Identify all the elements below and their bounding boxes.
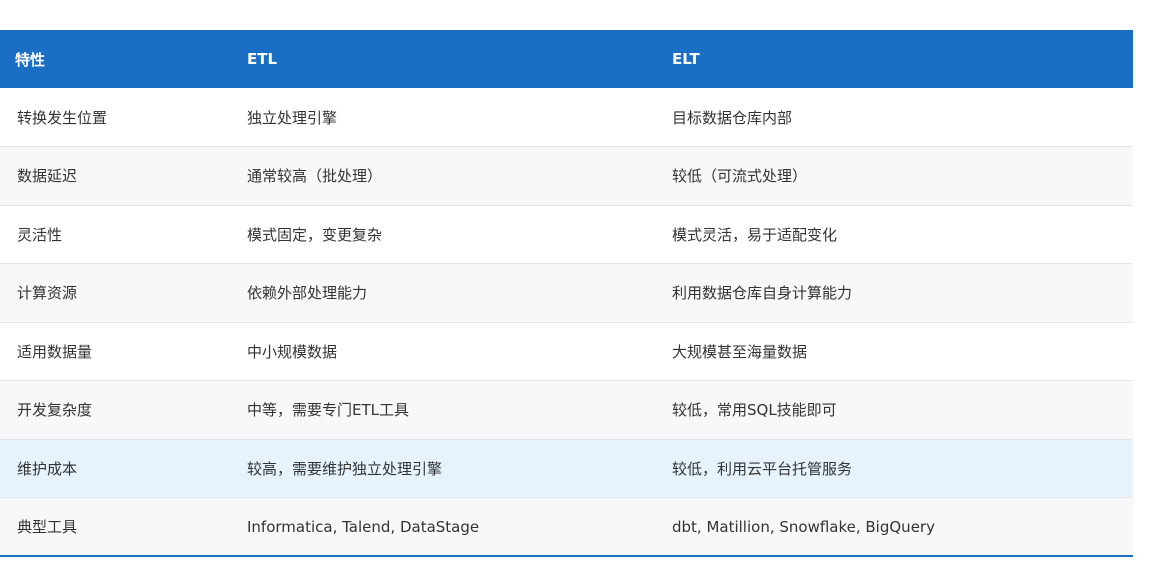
etl-cell: 依赖外部处理能力 [247, 284, 368, 303]
etl-cell: 较高，需要维护独立处理引擎 [247, 459, 443, 478]
feature-cell: 开发复杂度 [17, 401, 93, 420]
table-row: 灵活性 模式固定，变更复杂 模式灵活，易于适配变化 [0, 205, 1133, 264]
elt-cell: 较低，常用SQL技能即可 [672, 401, 837, 420]
etl-elt-comparison-table: 特性 ETL ELT 转换发生位置 独立处理引擎 目标数据仓库内部 数据延迟 通… [0, 30, 1133, 557]
feature-cell: 适用数据量 [17, 342, 93, 361]
table-row: 典型工具 Informatica, Talend, DataStage dbt,… [0, 497, 1133, 556]
comparison-table-container: 特性 ETL ELT 转换发生位置 独立处理引擎 目标数据仓库内部 数据延迟 通… [0, 30, 1133, 557]
etl-cell: 中等，需要专门ETL工具 [247, 401, 409, 420]
table-row: 计算资源 依赖外部处理能力 利用数据仓库自身计算能力 [0, 263, 1133, 322]
etl-cell: 通常较高（批处理） [247, 167, 383, 186]
feature-cell: 计算资源 [17, 284, 78, 303]
elt-cell: 利用数据仓库自身计算能力 [672, 284, 853, 303]
table-row: 适用数据量 中小规模数据 大规模甚至海量数据 [0, 322, 1133, 381]
header-elt: ELT [672, 50, 700, 68]
elt-cell: 大规模甚至海量数据 [672, 342, 808, 361]
table-row: 转换发生位置 独立处理引擎 目标数据仓库内部 [0, 88, 1133, 147]
table-row: 开发复杂度 中等，需要专门ETL工具 较低，常用SQL技能即可 [0, 380, 1133, 439]
feature-cell: 典型工具 [17, 518, 78, 536]
table-row-highlighted: 维护成本 较高，需要维护独立处理引擎 较低，利用云平台托管服务 [0, 439, 1133, 498]
feature-cell: 维护成本 [17, 459, 78, 478]
elt-cell: 较低（可流式处理） [672, 167, 808, 186]
elt-cell: dbt, Matillion, Snowflake, BigQuery [672, 517, 935, 536]
etl-cell: 模式固定，变更复杂 [247, 225, 383, 244]
header-feature: 特性 [15, 50, 46, 69]
elt-cell: 较低，利用云平台托管服务 [672, 459, 853, 478]
feature-cell: 转换发生位置 [17, 108, 108, 127]
etl-cell: Informatica, Talend, DataStage [247, 517, 480, 536]
header-etl: ETL [247, 50, 278, 68]
table-row: 数据延迟 通常较高（批处理） 较低（可流式处理） [0, 146, 1133, 205]
feature-cell: 灵活性 [17, 225, 63, 244]
elt-cell: 模式灵活，易于适配变化 [672, 225, 838, 244]
etl-cell: 中小规模数据 [247, 342, 338, 361]
table-header-row: 特性 ETL ELT [0, 30, 1133, 88]
elt-cell: 目标数据仓库内部 [672, 108, 793, 127]
etl-cell: 独立处理引擎 [247, 108, 338, 127]
feature-cell: 数据延迟 [17, 167, 78, 186]
